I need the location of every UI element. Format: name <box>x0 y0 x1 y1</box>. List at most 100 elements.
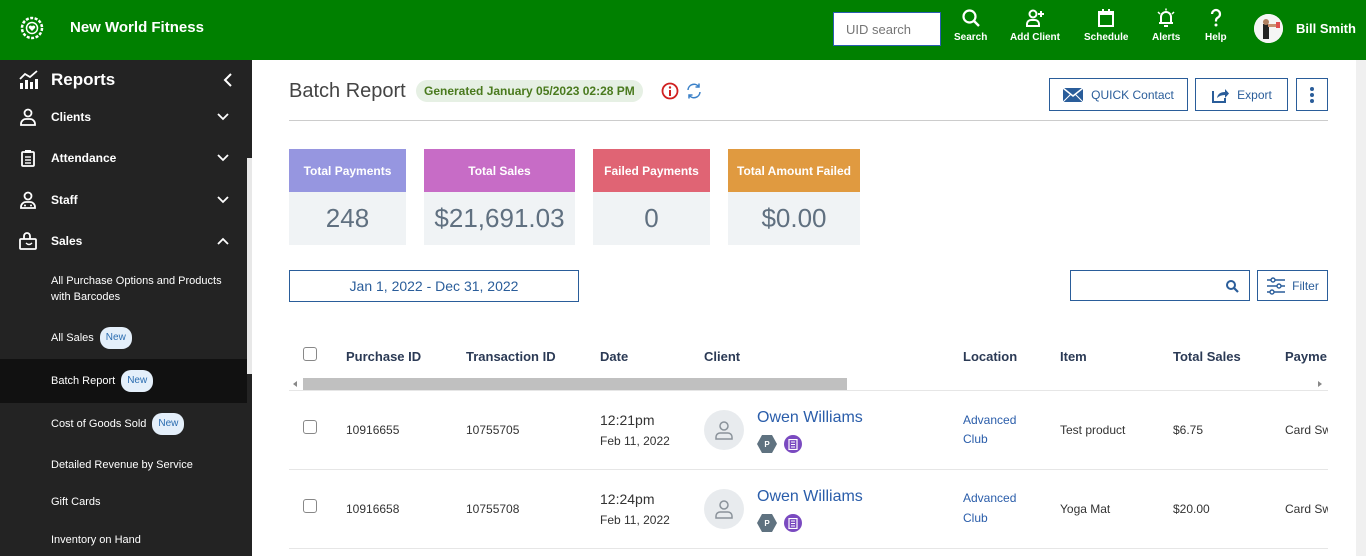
page-scrollbar-track[interactable] <box>1356 60 1366 556</box>
user-placeholder-icon <box>715 500 733 519</box>
stat-header: Total Payments <box>289 149 406 192</box>
sidebar-header: Reports <box>19 70 115 90</box>
cell-item: Yoga Mat <box>1060 502 1111 516</box>
horizontal-scrollbar-thumb[interactable] <box>303 378 847 390</box>
document-icon <box>788 438 798 450</box>
scroll-left-arrow[interactable] <box>293 381 297 387</box>
row-divider <box>289 469 1328 470</box>
cell-total-sales: $20.00 <box>1173 502 1210 516</box>
table-search-input[interactable] <box>1070 270 1250 301</box>
nav-add-client-label: Add Client <box>1010 32 1060 43</box>
sidebar-subitem-label: Gift Cards <box>51 496 101 508</box>
nav-help-button[interactable]: Help <box>1205 8 1227 43</box>
cell-location-line1[interactable]: Advanced <box>963 491 1016 505</box>
row-checkbox[interactable] <box>303 499 317 513</box>
row-divider <box>289 548 1328 549</box>
export-button[interactable]: Export <box>1195 78 1288 111</box>
new-badge: New <box>99 327 132 349</box>
info-icon[interactable] <box>661 82 679 100</box>
cell-date: Feb 11, 2022 <box>600 434 670 448</box>
more-options-button[interactable] <box>1296 78 1328 111</box>
column-header-item[interactable]: Item <box>1060 349 1087 364</box>
sidebar-subitem-gift-cards[interactable]: Gift Cards <box>0 493 247 511</box>
nav-schedule-button[interactable]: Schedule <box>1084 8 1128 43</box>
nav-search-button[interactable]: Search <box>954 8 987 43</box>
sidebar-subitem-label: All Purchase Options and Products with B… <box>51 275 222 303</box>
stat-value: $0.00 <box>761 203 827 233</box>
client-name-link[interactable]: Owen Williams <box>757 488 863 506</box>
sidebar-item-attendance[interactable]: Attendance <box>19 149 239 167</box>
stat-total-amount-failed: Total Amount Failed $0.00 <box>728 149 860 245</box>
bag-icon <box>19 232 37 250</box>
sidebar-subitem-detailed-revenue[interactable]: Detailed Revenue by Service <box>0 456 247 474</box>
column-header-total-sales[interactable]: Total Sales <box>1173 349 1241 364</box>
cell-date: Feb 11, 2022 <box>600 513 670 527</box>
row-checkbox[interactable] <box>303 420 317 434</box>
sidebar-subitem-inventory-on-hand[interactable]: Inventory on Hand <box>0 531 247 549</box>
column-header-payment[interactable]: Payme <box>1285 349 1328 364</box>
client-name-link[interactable]: Owen Williams <box>757 409 863 427</box>
client-avatar[interactable] <box>704 489 744 529</box>
stat-header: Total Sales <box>424 149 575 192</box>
stat-header: Total Amount Failed <box>728 149 860 192</box>
sidebar-subitem-all-purchase-options[interactable]: All Purchase Options and Products with B… <box>0 272 247 306</box>
row-divider <box>289 390 1328 391</box>
sidebar-subitem-cost-of-goods-sold[interactable]: Cost of Goods Sold New <box>0 412 247 436</box>
stat-total-payments: Total Payments 248 <box>289 149 406 245</box>
cell-purchase-id: 10916655 <box>346 423 400 437</box>
main-content <box>252 60 1366 556</box>
stat-failed-payments: Failed Payments 0 <box>593 149 710 245</box>
generated-badge: Generated January 05/2023 02:28 PM <box>416 80 643 102</box>
user-menu[interactable]: Bill Smith <box>1254 14 1356 43</box>
new-badge: New <box>121 370 154 392</box>
collapse-sidebar-icon[interactable] <box>220 72 236 88</box>
scroll-right-arrow[interactable] <box>1318 381 1322 387</box>
column-header-location[interactable]: Location <box>963 349 1017 364</box>
nav-alerts-button[interactable]: Alerts <box>1152 8 1180 43</box>
column-header-transaction-id[interactable]: Transaction ID <box>466 349 556 364</box>
export-icon <box>1212 88 1230 103</box>
cell-time: 12:21pm <box>600 412 655 428</box>
column-header-purchase-id[interactable]: Purchase ID <box>346 349 421 364</box>
clipboard-icon <box>21 150 35 167</box>
date-range-picker[interactable]: Jan 1, 2022 - Dec 31, 2022 <box>289 270 579 302</box>
quick-contact-button[interactable]: QUICK Contact <box>1049 78 1188 111</box>
sidebar-subitem-all-sales[interactable]: All Sales New <box>0 326 247 350</box>
sidebar-subitem-label: All Sales <box>51 332 94 344</box>
select-all-checkbox[interactable] <box>303 347 317 361</box>
sidebar-subitem-label: Batch Report <box>51 375 116 387</box>
column-header-client[interactable]: Client <box>704 349 740 364</box>
filter-button[interactable]: Filter <box>1257 270 1328 301</box>
sidebar: Reports Clients Attendance Staff Sales A… <box>0 60 252 556</box>
sidebar-title: Reports <box>51 70 116 89</box>
stat-total-sales: Total Sales $21,691.03 <box>424 149 575 245</box>
sidebar-item-label: Clients <box>51 110 92 124</box>
sidebar-item-staff[interactable]: Staff <box>19 191 239 209</box>
cell-location-line2[interactable]: Club <box>963 432 988 446</box>
brand[interactable]: New World Fitness <box>20 16 204 40</box>
stat-value: $21,691.03 <box>434 203 565 233</box>
sidebar-item-clients[interactable]: Clients <box>19 108 239 126</box>
cell-payment: Card Sw <box>1285 423 1328 437</box>
nav-schedule-label: Schedule <box>1084 32 1129 43</box>
sidebar-subitem-batch-report[interactable]: Batch Report New <box>0 359 247 403</box>
sidebar-item-sales[interactable]: Sales <box>19 232 239 250</box>
form-badge <box>784 435 802 453</box>
calendar-icon <box>1098 9 1115 27</box>
column-header-date[interactable]: Date <box>600 349 628 364</box>
cell-time: 12:24pm <box>600 491 655 507</box>
kebab-menu-icon <box>1310 86 1314 103</box>
cell-location-line2[interactable]: Club <box>963 511 988 525</box>
nav-search-label: Search <box>954 32 988 43</box>
sidebar-item-label: Attendance <box>51 151 117 165</box>
client-avatar[interactable] <box>704 410 744 450</box>
cell-transaction-id: 10755705 <box>466 423 520 437</box>
export-label: Export <box>1237 87 1272 102</box>
uid-search-input[interactable] <box>833 12 941 46</box>
sidebar-subitem-label: Cost of Goods Sold <box>51 418 147 430</box>
logo-icon <box>20 16 44 40</box>
cell-location-line1[interactable]: Advanced <box>963 413 1016 427</box>
refresh-icon[interactable] <box>685 82 703 100</box>
nav-add-client-button[interactable]: Add Client <box>1010 8 1060 43</box>
cell-purchase-id: 10916658 <box>346 502 400 516</box>
